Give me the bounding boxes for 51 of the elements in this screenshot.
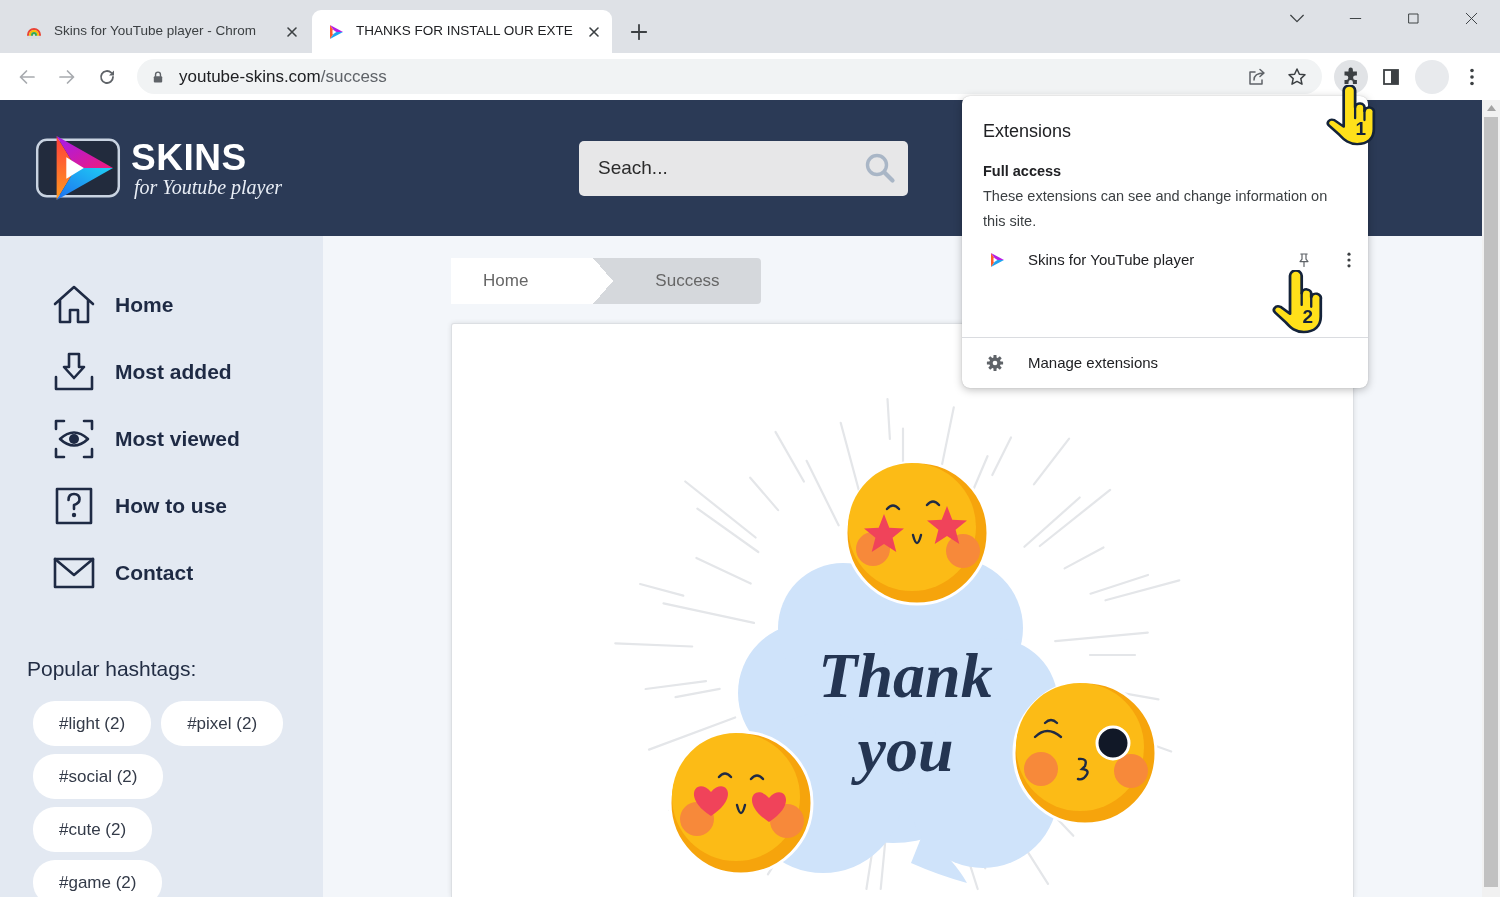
play-logo-icon (989, 252, 1005, 268)
hashtags-heading: Popular hashtags: (27, 657, 197, 681)
browser-tab[interactable]: Skins for YouTube player - Chrom (10, 10, 310, 53)
menu-dots-icon[interactable] (1470, 67, 1474, 86)
eye-icon (52, 417, 96, 461)
section-heading: Full access (983, 162, 1062, 181)
logo-title: SKINS (131, 138, 247, 176)
plus-icon[interactable] (630, 22, 648, 41)
scrollbar-track[interactable] (1482, 100, 1500, 897)
hashtag-link[interactable]: #game (2) (33, 860, 163, 897)
share-icon[interactable] (1247, 66, 1267, 87)
star-eyes-emoji-icon (844, 460, 989, 606)
step-number: 1 (1355, 119, 1366, 138)
popup-title: Extensions (983, 120, 1072, 143)
browser-tab[interactable]: THANKS FOR INSTALL OUR EXTE (312, 10, 612, 53)
nav-link[interactable]: Most viewed (52, 417, 240, 461)
pointing-hand-icon (1326, 85, 1378, 146)
scrollbar-thumb[interactable] (1484, 117, 1498, 887)
section-description: These extensions can see and change information on this site. (983, 187, 1329, 231)
breadcrumb-link[interactable]: Home (451, 258, 614, 304)
nav-link[interactable]: Contact (52, 551, 194, 595)
pin-icon[interactable] (1296, 251, 1312, 269)
thank-you-lettering: Thank you (817, 639, 994, 787)
nav-link[interactable]: Most added (52, 350, 232, 394)
search-input[interactable]: Seach... (598, 153, 856, 183)
extensions-button[interactable] (1334, 59, 1368, 94)
close-icon[interactable] (1463, 10, 1479, 26)
hashtag-link[interactable]: #social (2) (33, 754, 164, 799)
logo-subtitle: for Youtube player (134, 175, 283, 198)
manage-extensions-item[interactable]: Manage extensions (962, 338, 1368, 388)
extension-item[interactable]: Skins for YouTube player (962, 242, 1368, 278)
heart-eyes-emoji-icon (668, 730, 813, 876)
hashtag-link[interactable]: #pixel (2) (161, 701, 284, 746)
hashtag-link[interactable]: #cute (2) (33, 807, 153, 852)
address-bar[interactable]: youtube-skins.com/success (137, 59, 1322, 94)
pointing-hand-icon (1272, 270, 1325, 334)
nav-link[interactable]: How to use (52, 484, 227, 528)
play-logo-icon (328, 23, 344, 40)
star-icon[interactable] (1287, 66, 1307, 87)
hashtag-link[interactable]: #light (2) (33, 701, 152, 746)
more-options-icon[interactable] (1347, 252, 1351, 268)
search-bar[interactable]: Seach... (579, 140, 908, 196)
maximize-icon[interactable] (1405, 10, 1421, 26)
kissing-face-emoji-icon (1012, 680, 1157, 826)
settings-icon (986, 354, 1004, 372)
nav-link[interactable]: Home (52, 283, 174, 327)
step-number: 2 (1302, 307, 1313, 326)
side-panel-icon[interactable] (1381, 66, 1401, 87)
breadcrumb-link[interactable]: Success (613, 258, 761, 304)
url-text: youtube-skins.com/success (179, 65, 387, 88)
lock-icon[interactable] (151, 69, 165, 84)
